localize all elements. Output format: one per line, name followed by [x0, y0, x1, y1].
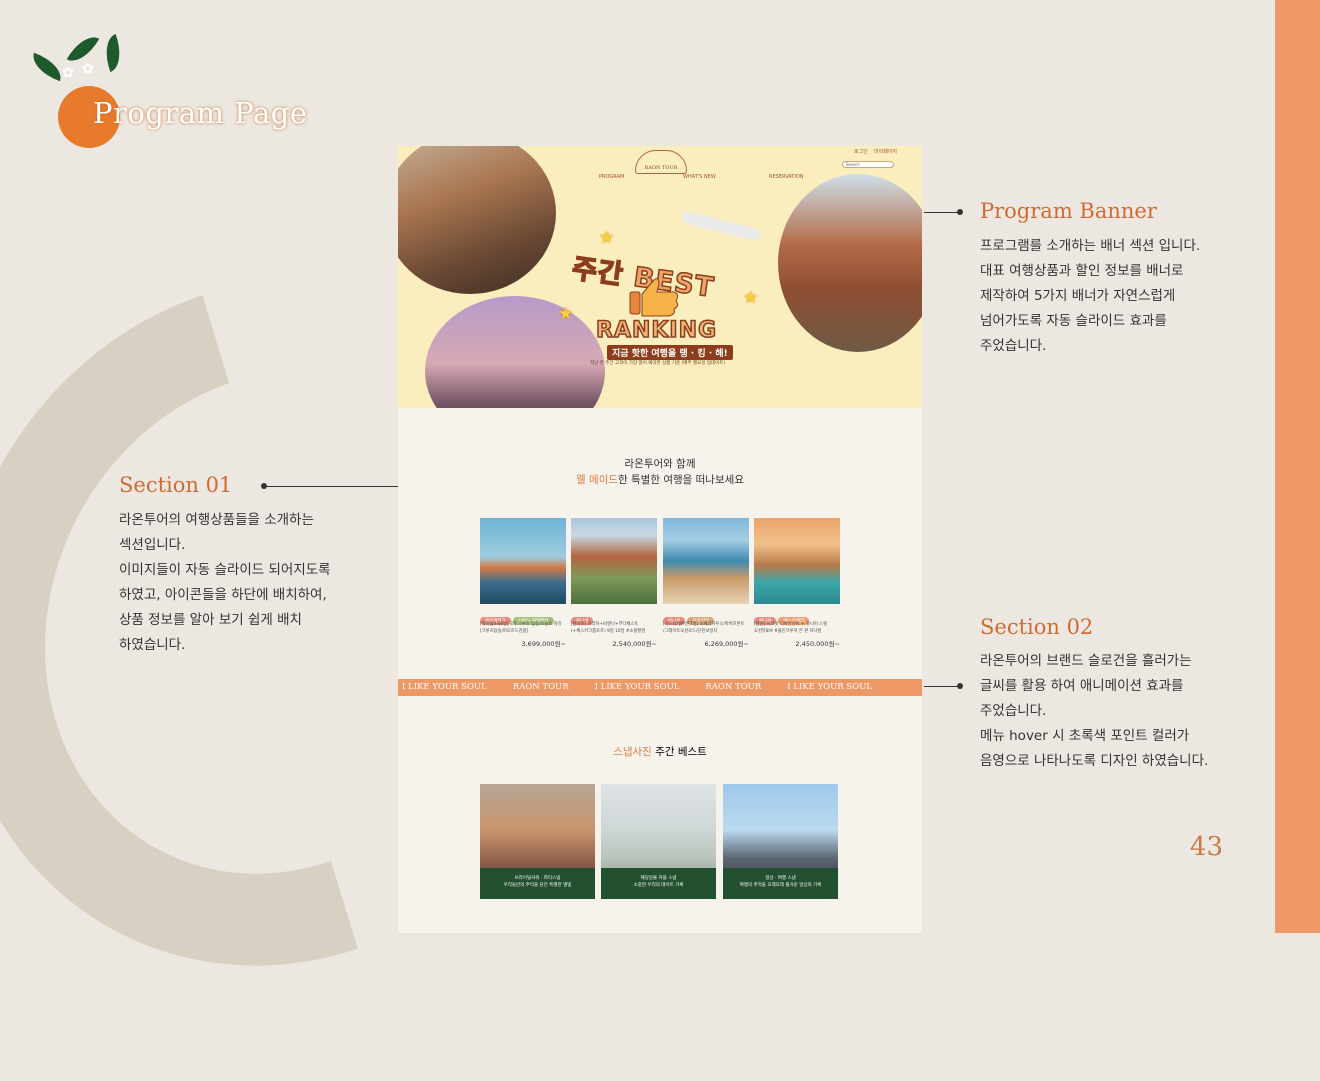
- connector-dot: [957, 683, 963, 689]
- product-desc: [북유럽4국8일] 3대 크루즈 탑승/오슬로 자유 [크루즈탑승/피오르드관광…: [480, 622, 562, 634]
- annotation-text-section2: 라온투어의 브랜드 슬로건을 흘러가는 글씨를 활용 하여 애니메이션 효과를 …: [980, 653, 1209, 769]
- marquee-item: I LIKE YOUR SOUL: [402, 682, 487, 692]
- side-accent-stripe: [1275, 0, 1320, 933]
- connector-line: [924, 212, 960, 213]
- snap-photo-card[interactable]: 일상 · 여행 스냅 여행의 추억을 모래모래 즐거운 일상의 기록: [723, 784, 838, 899]
- product-desc: [전관] 시크릿 디파인건비 + 쥬니어 스윗 오션뷰8/9 #물인크루져 은 …: [754, 622, 828, 634]
- banner-caption: 지난 한 주간 고객이 가장 많이 예약한 상품 기준 (매주 월요일 업데이트…: [590, 361, 726, 366]
- connector-line: [924, 686, 960, 687]
- snap-photo-caption: 웨딩일몰 커플 스냅 소중한 우리의 데이트 기록: [601, 868, 716, 899]
- mont-saint-michel-image: [425, 296, 605, 408]
- nav-reservation[interactable]: RESERVATION: [769, 174, 804, 180]
- annotation-heading-section1: Section 01: [119, 473, 233, 497]
- product-image[interactable]: [480, 518, 566, 604]
- annotation-heading-banner: Program Banner: [980, 199, 1157, 223]
- snap-photo-card[interactable]: 브라이덜샤워 · 파티스냅 우리들만의 추억을 담은 특별한 별빛: [480, 784, 595, 899]
- product-desc: [반자유] 프라하+비엔나+부다페스트 (+체스키크룸로프) 9일 10일 #소…: [571, 622, 646, 634]
- product-price: 3,699,000원~: [521, 640, 566, 648]
- website-mockup: RAON TOUR 로그인 마이페이지 Search PROGRAM WHAT'…: [398, 146, 922, 933]
- product-image[interactable]: [754, 518, 840, 604]
- marquee-item: I LIKE YOUR SOUL: [787, 682, 873, 692]
- product-price: 2,540,000원~: [612, 640, 657, 648]
- annotation-text-section1: 라온투어의 여행상품들을 소개하는 섹션입니다. 이미지들이 자동 슬라이드 되…: [119, 512, 331, 653]
- connector-dot: [261, 483, 267, 489]
- florence-cathedral-image: [778, 174, 922, 352]
- connector-line: [264, 486, 398, 487]
- product-desc: [시드니/멜버른7일] 오페라하우스/마버프론트 /그레이트오션로드/단진보빙지: [663, 622, 745, 634]
- raon-tour-logo[interactable]: RAON TOUR: [635, 150, 687, 174]
- city-street-image: [398, 146, 556, 294]
- section1-accent: 웰 메이드: [576, 474, 619, 486]
- connector-dot: [957, 209, 963, 215]
- snap-photo-caption: 브라이덜샤워 · 파티스냅 우리들만의 추억을 담은 특별한 별빛: [480, 868, 595, 899]
- banner-subline: 지금 핫한 여행을 랭 · 킹 · 해!: [607, 345, 733, 360]
- marquee-item: I LIKE YOUR SOUL: [594, 682, 680, 692]
- leaf-icon: [27, 52, 67, 82]
- star-icon: ★: [599, 228, 615, 248]
- page-title: Program Page: [93, 96, 308, 130]
- annotation-text-banner: 프로그램를 소개하는 배너 섹션 입니다. 대표 여행상품과 할인 정보를 배너…: [980, 238, 1201, 354]
- login-link[interactable]: 로그인: [854, 148, 868, 155]
- section1-line1: 라온투어와 함께: [624, 458, 696, 470]
- thumbs-up-icon: [629, 278, 679, 317]
- nav-program[interactable]: PROGRAM: [599, 174, 624, 180]
- section2-rest: 주간 베스트: [655, 746, 707, 758]
- product-image[interactable]: [663, 518, 749, 604]
- section2-title: 스냅사진 주간 베스트: [398, 744, 922, 759]
- product-card[interactable]: 제휴혜택가 100% 출발확정 [북유럽4국8일] 3대 크루즈 탑승/오슬로 자…: [480, 518, 566, 648]
- section1-line2: 웰 메이드한 특별한 여행을 떠나보세요: [398, 472, 922, 487]
- search-input[interactable]: Search: [842, 161, 894, 168]
- section1-rest: 한 특별한 여행을 떠나보세요: [618, 474, 744, 486]
- marquee-item: RAON TOUR: [512, 682, 569, 692]
- banner-headline-bottom: RANKING: [595, 317, 718, 344]
- product-card[interactable]: 위니셜 [반자유] 프라하+비엔나+부다페스트 (+체스키크룸로프) 9일 10…: [571, 518, 657, 648]
- product-price: 6,269,000원~: [704, 640, 749, 648]
- product-price: 2,450,000원~: [795, 640, 840, 648]
- star-icon: ★: [743, 288, 759, 308]
- annotation-heading-section2: Section 02: [980, 615, 1094, 639]
- section2-accent: 스냅사진: [613, 746, 652, 758]
- leaf-icon: [98, 33, 128, 73]
- snap-photo-caption: 일상 · 여행 스냅 여행의 추억을 모래모래 즐거운 일상의 기록: [723, 868, 838, 899]
- flower-icon: ✿: [62, 65, 74, 81]
- flower-icon: ✿: [82, 61, 94, 77]
- mypage-link[interactable]: 마이페이지: [874, 148, 897, 155]
- program-banner: RAON TOUR 로그인 마이페이지 Search PROGRAM WHAT'…: [398, 146, 922, 408]
- nav-whats-new[interactable]: WHAT'S NEW: [683, 174, 716, 180]
- product-card[interactable]: 위니셜 프리미엄 [시드니/멜버른7일] 오페라하우스/마버프론트 /그레이트오션…: [663, 518, 749, 648]
- marquee-item: RAON TOUR: [705, 682, 762, 692]
- snap-photo-card[interactable]: 웨딩일몰 커플 스냅 소중한 우리의 데이트 기록: [601, 784, 716, 899]
- product-card[interactable]: 위니셜 베스트셀러 [전관] 시크릿 디파인건비 + 쥬니어 스윗 오션뷰8/9 …: [754, 518, 840, 648]
- product-image[interactable]: [571, 518, 657, 604]
- star-icon: ★: [558, 304, 574, 324]
- page-number: 43: [1189, 832, 1223, 862]
- airplane-icon: [680, 210, 762, 242]
- slogan-marquee: I LIKE YOUR SOUL RAON TOUR I LIKE YOUR SOU…: [398, 679, 922, 696]
